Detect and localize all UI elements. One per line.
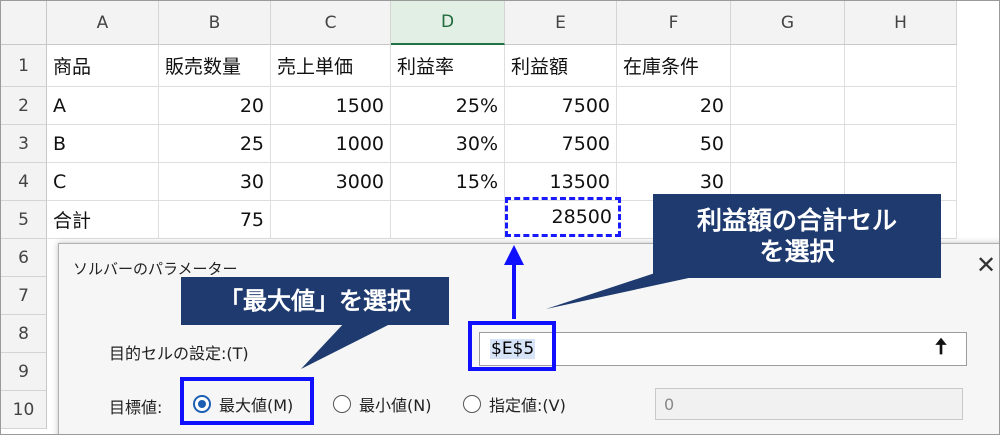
callout-sum-line2: を選択 <box>759 237 835 266</box>
cell-d1[interactable]: 利益率 <box>391 45 505 87</box>
column-header-h[interactable]: H <box>845 1 957 45</box>
row-header-2[interactable]: 2 <box>1 87 47 125</box>
radio-unselected-icon <box>333 395 351 413</box>
row-header-8[interactable]: 8 <box>1 315 47 353</box>
column-header-c[interactable]: C <box>271 1 391 45</box>
cell-f2[interactable]: 20 <box>617 87 731 125</box>
row-header-1[interactable]: 1 <box>1 45 47 87</box>
cell-a5[interactable]: 合計 <box>47 201 159 239</box>
cell-a1[interactable]: 商品 <box>47 45 159 87</box>
cell-b2[interactable]: 20 <box>159 87 271 125</box>
column-header-f[interactable]: F <box>617 1 731 45</box>
cell-e2[interactable]: 7500 <box>505 87 617 125</box>
cell-g1[interactable] <box>731 45 845 87</box>
cell-c2[interactable]: 1500 <box>271 87 391 125</box>
cell-d2[interactable]: 25% <box>391 87 505 125</box>
cell-h1[interactable] <box>845 45 957 87</box>
radio-value-of[interactable]: 指定値:(V) <box>463 392 566 416</box>
close-icon[interactable]: ✕ <box>971 250 999 280</box>
radio-minimize[interactable]: 最小値(N) <box>333 392 431 416</box>
cell-b5[interactable]: 75 <box>159 201 271 239</box>
row-header-5[interactable]: 5 <box>1 201 47 239</box>
cell-h3[interactable] <box>845 125 957 163</box>
row-header-9[interactable]: 9 <box>1 353 47 391</box>
cell-g3[interactable] <box>731 125 845 163</box>
cell-f1[interactable]: 在庫条件 <box>617 45 731 87</box>
cell-h2[interactable] <box>845 87 957 125</box>
column-header-d[interactable]: D <box>391 1 505 45</box>
callout-sum-line1: 利益額の合計セル <box>696 205 897 235</box>
cell-b1[interactable]: 販売数量 <box>159 45 271 87</box>
cell-d3[interactable]: 30% <box>391 125 505 163</box>
cell-f3[interactable]: 50 <box>617 125 731 163</box>
row-header-4[interactable]: 4 <box>1 163 47 201</box>
dialog-title: ソルバーのパラメーター <box>73 260 238 278</box>
radio-value-of-label: 指定値:(V) <box>489 396 566 415</box>
cell-e1[interactable]: 利益額 <box>505 45 617 87</box>
select-all-corner[interactable] <box>1 1 47 45</box>
screenshot-frame: A B C D E F G H 1 2 3 4 5 6 7 8 9 10 商品 … <box>0 0 1000 435</box>
cell-c4[interactable]: 3000 <box>271 163 391 201</box>
cell-d5[interactable] <box>391 201 505 239</box>
column-header-g[interactable]: G <box>731 1 845 45</box>
cell-b3[interactable]: 25 <box>159 125 271 163</box>
callout-select-total-cell: 利益額の合計セル を選択 <box>653 194 941 278</box>
cell-c5[interactable] <box>271 201 391 239</box>
cell-a4[interactable]: C <box>47 163 159 201</box>
highlight-objective-cell <box>468 321 556 371</box>
cell-c1[interactable]: 売上単価 <box>271 45 391 87</box>
collapse-dialog-icon[interactable]: 🠅 <box>925 335 957 362</box>
cell-d4[interactable]: 15% <box>391 163 505 201</box>
value-of-input[interactable]: 0 <box>655 388 963 420</box>
row-header-6[interactable]: 6 <box>1 239 47 277</box>
cell-e5-profit-total[interactable]: 28500 <box>505 197 621 237</box>
cell-a2[interactable]: A <box>47 87 159 125</box>
callout-select-maximize: 「最大値」を選択 <box>181 277 449 325</box>
row-header-3[interactable]: 3 <box>1 125 47 163</box>
radio-minimize-label: 最小値(N) <box>359 396 432 415</box>
column-header-a[interactable]: A <box>47 1 159 45</box>
cell-e4[interactable]: 13500 <box>505 163 617 201</box>
row-header-7[interactable]: 7 <box>1 277 47 315</box>
cell-g2[interactable] <box>731 87 845 125</box>
highlight-maximize-option <box>180 377 314 425</box>
column-header-b[interactable]: B <box>159 1 271 45</box>
objective-cell-label: 目的セルの設定:(T) <box>109 344 249 363</box>
column-header-e[interactable]: E <box>505 1 617 45</box>
row-header-10[interactable]: 10 <box>1 391 47 429</box>
cell-c3[interactable]: 1000 <box>271 125 391 163</box>
target-value-label: 目標値: <box>109 398 163 417</box>
cell-b4[interactable]: 30 <box>159 163 271 201</box>
cell-a3[interactable]: B <box>47 125 159 163</box>
radio-unselected-icon <box>463 395 481 413</box>
cell-e3[interactable]: 7500 <box>505 125 617 163</box>
